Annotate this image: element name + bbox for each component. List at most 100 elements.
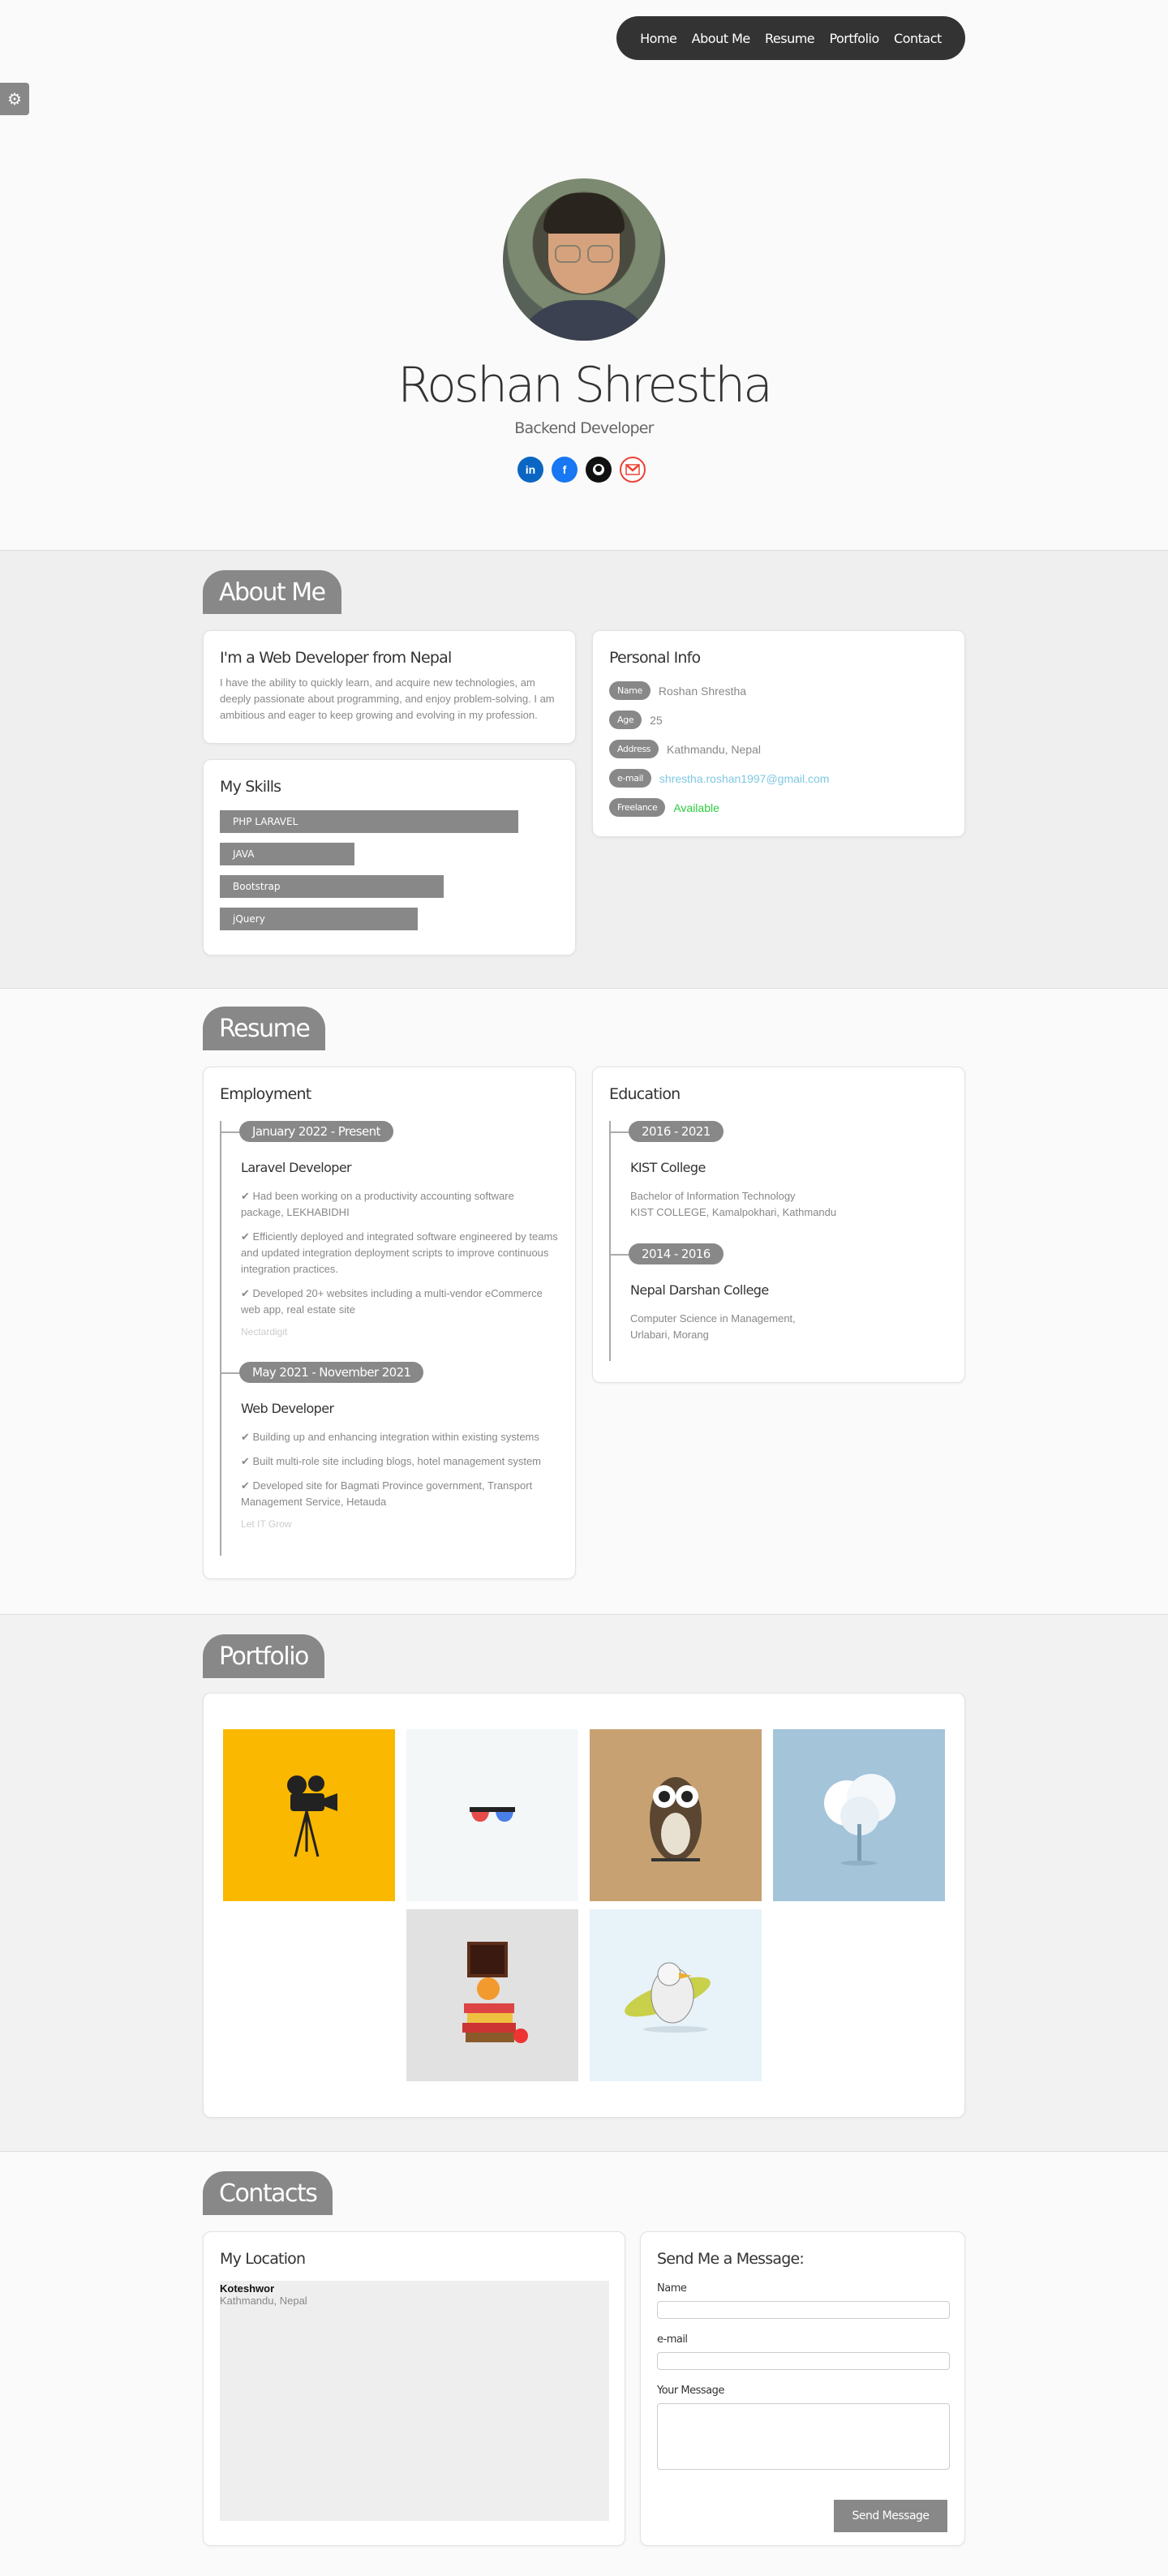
nav-contact[interactable]: Contact — [894, 31, 942, 46]
owl-icon — [650, 1777, 702, 1861]
school-name: Nepal Darshan College — [630, 1282, 769, 1298]
map-place: Koteshwor — [220, 2282, 275, 2295]
info-value: 25 — [650, 713, 663, 727]
education-entry: 2014 - 2016 Nepal Darshan College Computer… — [611, 1243, 948, 1343]
message-field[interactable] — [657, 2403, 950, 2470]
personal-info-list: Name Roshan Shrestha Age 25 Address Kathmandu… — [609, 681, 948, 817]
skills-title: My Skills — [220, 778, 281, 796]
location-map[interactable]: Koteshwor Kathmandu, Nepal — [220, 2281, 609, 2521]
intro-card: I'm a Web Developer from Nepal I have th… — [203, 630, 576, 744]
info-row: Name Roshan Shrestha — [609, 681, 948, 700]
portfolio-section: Portfolio — [0, 1614, 1168, 2151]
nav-about-me[interactable]: About Me — [692, 31, 751, 46]
send-message-button[interactable]: Send Message — [834, 2500, 947, 2532]
job-bullet: ✔ Had been working on a productivity acc… — [241, 1190, 514, 1218]
job-bullet: ✔ Developed site for Bagmati Province go… — [241, 1479, 533, 1508]
portfolio-item[interactable] — [773, 1729, 945, 1901]
school-detail: Bachelor of Information Technology — [630, 1190, 796, 1202]
job-bullet: ✔ Efficiently deployed and integrated so… — [241, 1230, 558, 1275]
resume-section: Resume Employment January 2022 - Present… — [0, 988, 1168, 1614]
intro-text: I have the ability to quickly learn, and… — [220, 676, 555, 721]
nav-resume[interactable]: Resume — [765, 31, 815, 46]
info-label: Age — [609, 711, 642, 729]
employment-entry: January 2022 - Present Laravel Developer ✔… — [221, 1121, 559, 1337]
personal-info-title: Personal Info — [609, 649, 701, 667]
top-navigation: Home About Me Resume Portfolio Contact — [616, 16, 965, 60]
portfolio-item[interactable] — [406, 1909, 578, 2081]
education-title: Education — [609, 1085, 681, 1103]
movie-camera-icon — [287, 1775, 337, 1857]
skill-bar: jQuery — [220, 908, 418, 930]
employment-date: January 2022 - Present — [221, 1121, 393, 1142]
surfer-bird-icon — [625, 1962, 711, 2033]
avatar — [503, 178, 665, 341]
section-heading-resume: Resume — [203, 1007, 326, 1050]
info-row: e-mail shrestha.roshan1997@gmail.com — [609, 769, 948, 788]
skill-bar: JAVA — [220, 843, 354, 865]
employment-timeline: January 2022 - Present Laravel Developer ✔… — [220, 1121, 559, 1556]
info-row: Age 25 — [609, 711, 948, 729]
education-timeline: 2016 - 2021 KIST College Bachelor of Infor… — [609, 1121, 948, 1361]
message-label: Your Message — [657, 2385, 724, 2397]
education-date: 2016 - 2021 — [611, 1121, 724, 1142]
education-date: 2014 - 2016 — [611, 1243, 724, 1264]
portfolio-item[interactable] — [590, 1729, 762, 1901]
profile-role: Backend Developer — [514, 419, 654, 437]
name-label: Name — [657, 2282, 687, 2295]
message-title: Send Me a Message: — [657, 2250, 805, 2268]
job-bullet: ✔ Built multi-role site including blogs,… — [241, 1455, 542, 1467]
employment-card: Employment January 2022 - Present Laravel… — [203, 1067, 576, 1579]
info-label: e-mail — [609, 769, 651, 788]
about-section: About Me I'm a Web Developer from Nepal … — [0, 550, 1168, 988]
profile-name: Roshan Shrestha — [397, 357, 773, 414]
school-detail: Urlabari, Morang — [630, 1329, 709, 1341]
portfolio-item[interactable] — [406, 1729, 578, 1901]
info-value[interactable]: shrestha.roshan1997@gmail.com — [659, 772, 830, 785]
job-title: Laravel Developer — [241, 1160, 352, 1175]
info-value: Kathmandu, Nepal — [667, 742, 761, 756]
employment-date: May 2021 - November 2021 — [221, 1362, 424, 1383]
tree-icon — [824, 1774, 895, 1865]
school-detail: Computer Science in Management, — [630, 1312, 796, 1324]
gears-icon[interactable]: ⚙ — [0, 83, 29, 115]
books-apple-icon — [462, 1942, 528, 2043]
name-field[interactable] — [657, 2301, 950, 2319]
skill-bar: Bootstrap — [220, 875, 444, 898]
social-links: in f — [517, 457, 646, 483]
facebook-icon[interactable]: f — [552, 457, 578, 483]
job-title: Web Developer — [241, 1401, 334, 1416]
info-value: Available — [673, 801, 719, 814]
company-name: Nectardigit — [241, 1326, 288, 1337]
location-card: My Location Koteshwor Kathmandu, Nepal — [203, 2231, 625, 2546]
skill-bar: PHP LARAVEL — [220, 810, 518, 833]
skills-card: My Skills PHP LARAVEL JAVA Bootstrap jQuery — [203, 759, 576, 955]
school-name: KIST College — [630, 1160, 706, 1175]
info-label: Freelance — [609, 798, 666, 817]
portfolio-card — [203, 1693, 965, 2118]
section-heading-portfolio: Portfolio — [203, 1634, 324, 1678]
linkedin-icon[interactable]: in — [517, 457, 543, 483]
info-label: Name — [609, 681, 651, 700]
email-label: e-mail — [657, 2333, 688, 2346]
github-icon[interactable] — [586, 457, 612, 483]
personal-info-card: Personal Info Name Roshan Shrestha Age 25 Ad… — [592, 630, 965, 837]
nav-portfolio[interactable]: Portfolio — [829, 31, 879, 46]
employment-entry: May 2021 - November 2021 Web Developer ✔ B… — [221, 1362, 559, 1530]
employment-title: Employment — [220, 1085, 311, 1103]
education-entry: 2016 - 2021 KIST College Bachelor of Infor… — [611, 1121, 948, 1221]
job-bullet: ✔ Building up and enhancing integration … — [241, 1431, 539, 1443]
map-subtitle: Kathmandu, Nepal — [220, 2295, 307, 2307]
portfolio-item[interactable] — [590, 1909, 762, 2081]
portfolio-item[interactable] — [223, 1729, 395, 1901]
company-name: Let IT Grow — [241, 1518, 292, 1530]
3d-glasses-icon — [470, 1807, 515, 1822]
section-heading-contacts: Contacts — [203, 2171, 333, 2215]
email-field[interactable] — [657, 2352, 950, 2370]
gmail-icon[interactable] — [620, 457, 646, 483]
nav-home[interactable]: Home — [640, 31, 677, 46]
info-row: Address Kathmandu, Nepal — [609, 740, 948, 758]
school-detail: KIST COLLEGE, Kamalpokhari, Kathmandu — [630, 1206, 837, 1218]
intro-title: I'm a Web Developer from Nepal — [220, 649, 452, 667]
skills-list: PHP LARAVEL JAVA Bootstrap jQuery — [220, 810, 559, 930]
message-card: Send Me a Message: Name e-mail Your Mess… — [640, 2231, 965, 2546]
